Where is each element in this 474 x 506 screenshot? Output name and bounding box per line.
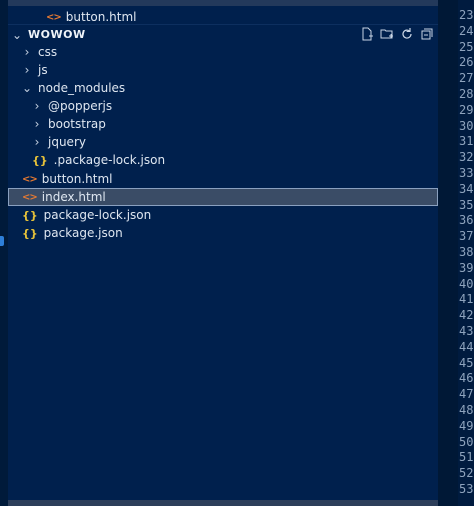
line-number: 50: [459, 434, 474, 449]
line-number: 38: [459, 245, 474, 259]
line-number: 30: [459, 118, 474, 133]
tree-item-label: package.json: [43, 226, 123, 240]
line-number: 28: [459, 87, 474, 101]
line-number: 35: [459, 197, 474, 212]
chevron-right-icon: ›: [34, 135, 40, 149]
html-file-icon: <>: [22, 191, 38, 203]
workspace-title: WOWOW: [28, 28, 86, 41]
tree-item-label: node_modules: [38, 81, 126, 95]
new-folder-icon[interactable]: [380, 27, 394, 41]
line-number: 41: [459, 292, 474, 307]
horizontal-scrollbar[interactable]: [8, 500, 438, 506]
tree-item[interactable]: {} .package-lock.json: [8, 151, 438, 169]
line-number: 23: [459, 8, 474, 22]
editor-divider: [438, 0, 458, 506]
line-number: 49: [459, 418, 474, 433]
tree-item[interactable]: <> button.html: [8, 170, 438, 188]
json-file-icon: {}: [22, 208, 38, 222]
line-number: 51: [459, 450, 474, 465]
tree-item-label: button.html: [41, 172, 113, 186]
tree-item-label: package-lock.json: [43, 208, 152, 222]
tree-item-label: @popperjs: [48, 99, 113, 113]
line-number: 34: [459, 181, 474, 196]
line-number: 36: [459, 213, 474, 228]
chevron-right-icon: ›: [34, 117, 40, 131]
active-indicator: [0, 236, 4, 246]
chevron-down-icon: ⌄: [12, 27, 23, 42]
section-actions: [360, 27, 434, 41]
line-number: 53: [459, 482, 474, 496]
tree-item-label: button.html: [65, 10, 137, 24]
line-number: 43: [459, 324, 474, 338]
tree-item[interactable]: {} package-lock.json: [8, 206, 438, 224]
line-number: 31: [459, 134, 474, 149]
json-file-icon: {}: [22, 226, 38, 240]
line-number: 44: [459, 339, 474, 354]
line-number: 40: [459, 276, 474, 291]
line-number: 33: [459, 166, 474, 180]
line-number: 42: [459, 308, 474, 323]
tree-item-label: bootstrap: [48, 117, 106, 131]
tree-item[interactable]: ⌄ node_modules: [8, 79, 438, 97]
line-number: 24: [459, 23, 474, 38]
tree-item[interactable]: › jquery: [8, 133, 438, 151]
tree-item-label: index.html: [41, 190, 106, 204]
tree-item-label: js: [38, 63, 48, 77]
refresh-icon[interactable]: [400, 27, 414, 41]
line-number: 52: [459, 466, 474, 481]
scrolled-row-fragment: [8, 0, 438, 6]
line-number: 37: [459, 229, 474, 244]
tree-item-label: jquery: [48, 135, 86, 149]
line-number: 32: [459, 150, 474, 165]
chevron-right-icon: ›: [24, 63, 30, 77]
line-number: 39: [459, 260, 474, 275]
line-number: 29: [459, 102, 474, 117]
tree-item[interactable]: › js: [8, 61, 438, 79]
tree-item[interactable]: {} package.json: [8, 224, 438, 242]
tree-item[interactable]: › @popperjs: [8, 97, 438, 115]
activity-bar-edge: [0, 0, 8, 506]
line-number: 46: [459, 371, 474, 386]
chevron-right-icon: ›: [24, 45, 30, 59]
collapse-all-icon[interactable]: [420, 27, 434, 41]
chevron-down-icon: ⌄: [22, 81, 33, 95]
line-number: 25: [459, 39, 474, 54]
workspace-section-header[interactable]: ⌄ WOWOW: [8, 24, 438, 44]
chevron-right-icon: ›: [34, 99, 40, 113]
html-file-icon: <>: [22, 173, 38, 185]
new-file-icon[interactable]: [360, 27, 374, 41]
tree-item[interactable]: <> index.html: [8, 188, 438, 206]
line-number: 26: [459, 55, 474, 70]
line-number: 45: [459, 355, 474, 370]
tree-item-label: .package-lock.json: [53, 153, 166, 167]
line-number-gutter: 23 24 25 26 27 28 29 30 31 32 33 34 35 36 37 38 39 40 41 42…: [458, 0, 474, 506]
html-file-icon: <>: [46, 11, 62, 23]
line-number: 27: [459, 71, 474, 86]
tree-item[interactable]: › css: [8, 43, 438, 61]
tree-item-label: css: [38, 45, 58, 59]
line-number: 48: [459, 403, 474, 417]
json-file-icon: {}: [32, 153, 48, 167]
line-number: 47: [459, 387, 474, 402]
tree-item[interactable]: › bootstrap: [8, 115, 438, 133]
